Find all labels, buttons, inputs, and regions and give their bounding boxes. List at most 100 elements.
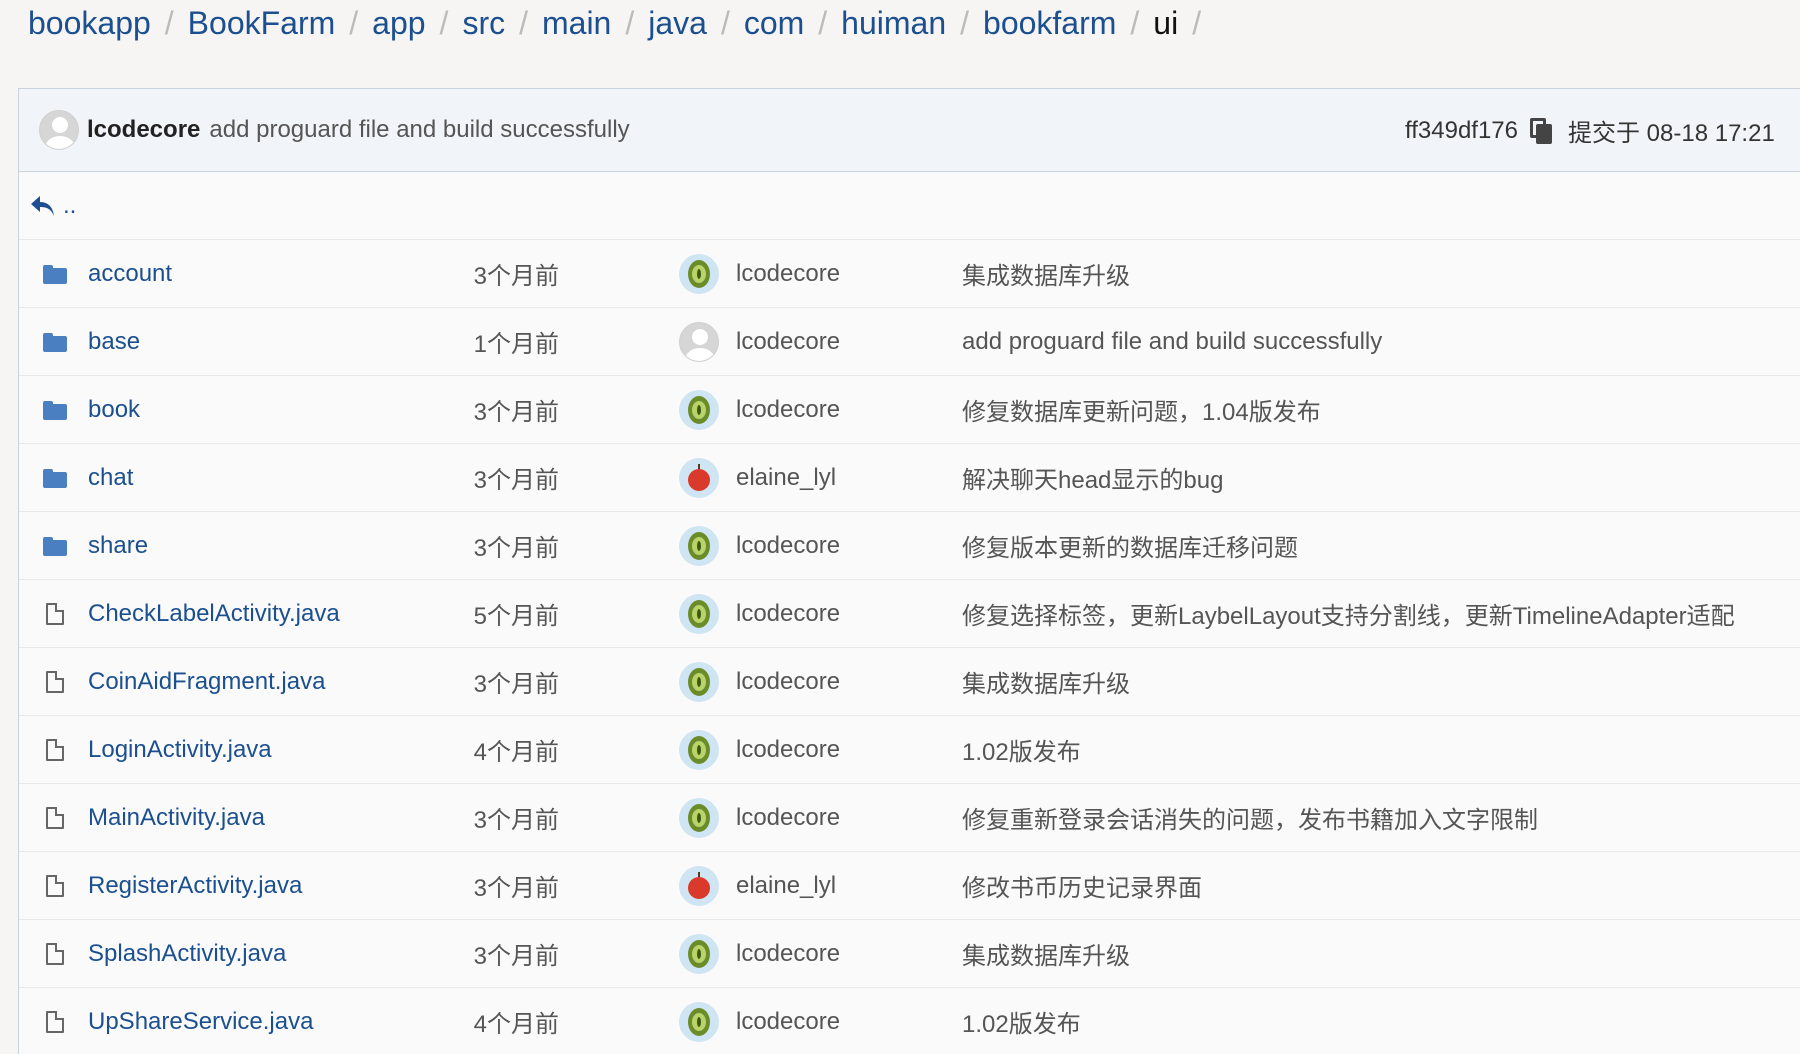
commit-message[interactable]: 修复选择标签，更新LaybelLayout支持分割线，更新TimelineAda… <box>962 596 1735 631</box>
folder-link[interactable]: share <box>88 532 148 560</box>
commit-message[interactable]: 修复数据库更新问题，1.04版发布 <box>962 392 1321 427</box>
commit-author[interactable]: lcodecore <box>736 940 840 968</box>
commit-author[interactable]: lcodecore <box>736 804 840 832</box>
last-modified-time: 1个月前 <box>473 331 559 358</box>
commit-author[interactable]: lcodecore <box>87 116 200 144</box>
breadcrumb-item[interactable]: bookapp <box>28 0 151 46</box>
commit-message[interactable]: 集成数据库升级 <box>962 664 1130 699</box>
folder-icon <box>43 444 67 512</box>
table-row: MainActivity.java 3个月前 lcodecore 修复重新登录会话消失… <box>19 784 1800 852</box>
commit-message[interactable]: 集成数据库升级 <box>962 936 1130 971</box>
author-avatar[interactable] <box>679 934 719 974</box>
table-row: base 1个月前 lcodecore add proguard file and b… <box>19 308 1800 376</box>
file-link[interactable]: CoinAidFragment.java <box>88 668 325 696</box>
commit-author[interactable]: lcodecore <box>736 396 840 424</box>
breadcrumb-separator: / <box>1192 5 1202 41</box>
last-modified-time: 3个月前 <box>473 943 559 970</box>
commit-author[interactable]: lcodecore <box>736 532 840 560</box>
file-link[interactable]: RegisterActivity.java <box>88 872 302 900</box>
file-link[interactable]: UpShareService.java <box>88 1008 313 1036</box>
commit-message[interactable]: 1.02版发布 <box>962 1004 1081 1039</box>
breadcrumb-item[interactable]: src <box>462 0 505 46</box>
commit-author[interactable]: lcodecore <box>736 668 840 696</box>
file-link[interactable]: LoginActivity.java <box>88 736 272 764</box>
commit-message[interactable]: 解决聊天head显示的bug <box>962 460 1223 495</box>
breadcrumb-item[interactable]: bookfarm <box>983 0 1116 46</box>
commit-message[interactable]: 修复重新登录会话消失的问题，发布书籍加入文字限制 <box>962 800 1538 835</box>
reply-arrow-icon <box>31 195 54 216</box>
commit-author[interactable]: lcodecore <box>736 328 840 356</box>
folder-icon <box>43 240 67 308</box>
table-row: share 3个月前 lcodecore 修复版本更新的数据库迁移问题 <box>19 512 1800 580</box>
file-icon <box>43 648 64 716</box>
parent-directory-link[interactable]: .. <box>19 172 1800 240</box>
breadcrumb-item: ui <box>1153 5 1179 41</box>
last-modified-time: 3个月前 <box>473 467 559 494</box>
table-row: SplashActivity.java 3个月前 lcodecore 集成数据库升级 <box>19 920 1800 988</box>
author-avatar[interactable] <box>679 390 719 430</box>
commit-author[interactable]: lcodecore <box>736 600 840 628</box>
table-row: UpShareService.java 4个月前 lcodecore 1.02版发布 <box>19 988 1800 1054</box>
file-icon <box>43 784 64 852</box>
commit-author-avatar[interactable] <box>39 110 79 150</box>
author-avatar[interactable] <box>679 526 719 566</box>
last-modified-time: 3个月前 <box>473 399 559 426</box>
commit-author[interactable]: elaine_lyl <box>736 872 836 900</box>
breadcrumb: bookapp / BookFarm / app / src / main / java / com / h… <box>28 0 1215 46</box>
folder-link[interactable]: book <box>88 396 140 424</box>
breadcrumb-item[interactable]: java <box>648 0 707 46</box>
breadcrumb-item[interactable]: main <box>542 0 611 46</box>
table-row: CheckLabelActivity.java 5个月前 lcodecore 修复选择… <box>19 580 1800 648</box>
breadcrumb-item[interactable]: huiman <box>841 0 946 46</box>
folder-link[interactable]: account <box>88 260 172 288</box>
commit-message[interactable]: 修改书币历史记录界面 <box>962 868 1202 903</box>
author-avatar[interactable] <box>679 322 719 362</box>
commit-hash[interactable]: ff349df176 <box>1405 117 1518 145</box>
author-avatar[interactable] <box>679 1002 719 1042</box>
folder-icon <box>43 308 67 376</box>
last-modified-time: 3个月前 <box>473 535 559 562</box>
author-avatar[interactable] <box>679 866 719 906</box>
breadcrumb-separator: / <box>625 5 635 41</box>
commit-message[interactable]: 集成数据库升级 <box>962 256 1130 291</box>
author-avatar[interactable] <box>679 458 719 498</box>
clipboard-icon[interactable] <box>1530 117 1553 144</box>
last-modified-time: 4个月前 <box>473 739 559 766</box>
table-row: CoinAidFragment.java 3个月前 lcodecore 集成数据库升级 <box>19 648 1800 716</box>
file-link[interactable]: CheckLabelActivity.java <box>88 600 340 628</box>
breadcrumb-item[interactable]: app <box>372 0 425 46</box>
author-avatar[interactable] <box>679 798 719 838</box>
breadcrumb-separator: / <box>960 5 970 41</box>
author-avatar[interactable] <box>679 254 719 294</box>
file-icon <box>43 920 64 988</box>
breadcrumb-separator: / <box>519 5 528 41</box>
file-link[interactable]: SplashActivity.java <box>88 940 286 968</box>
commit-message[interactable]: 1.02版发布 <box>962 732 1081 767</box>
commit-message[interactable]: 修复版本更新的数据库迁移问题 <box>962 528 1298 563</box>
commit-author[interactable]: lcodecore <box>736 736 840 764</box>
folder-icon <box>43 376 67 444</box>
commit-author[interactable]: lcodecore <box>736 1008 840 1036</box>
commit-author[interactable]: lcodecore <box>736 260 840 288</box>
file-link[interactable]: MainActivity.java <box>88 804 265 832</box>
table-row: chat 3个月前 elaine_lyl 解决聊天head显示的bug <box>19 444 1800 512</box>
file-icon <box>43 580 64 648</box>
last-modified-time: 3个月前 <box>473 671 559 698</box>
breadcrumb-item[interactable]: BookFarm <box>188 0 336 46</box>
breadcrumb-separator: / <box>720 5 730 41</box>
commit-message[interactable]: add proguard file and build successfully <box>962 328 1382 356</box>
table-row: book 3个月前 lcodecore 修复数据库更新问题，1.04版发布 <box>19 376 1800 444</box>
table-row: LoginActivity.java 4个月前 lcodecore 1.02版发布 <box>19 716 1800 784</box>
commit-author[interactable]: elaine_lyl <box>736 464 836 492</box>
commit-date: 提交于 08-18 17:21 <box>1568 120 1775 147</box>
author-avatar[interactable] <box>679 594 719 634</box>
parent-directory-label: .. <box>63 191 77 219</box>
folder-link[interactable]: chat <box>88 464 133 492</box>
breadcrumb-item[interactable]: com <box>744 0 804 46</box>
author-avatar[interactable] <box>679 662 719 702</box>
author-avatar[interactable] <box>679 730 719 770</box>
commit-message[interactable]: add proguard file and build successfully <box>209 116 629 144</box>
table-row: RegisterActivity.java 3个月前 elaine_lyl 修改书币历… <box>19 852 1800 920</box>
latest-commit-header: lcodecore add proguard file and build su… <box>19 89 1800 172</box>
folder-link[interactable]: base <box>88 328 140 356</box>
